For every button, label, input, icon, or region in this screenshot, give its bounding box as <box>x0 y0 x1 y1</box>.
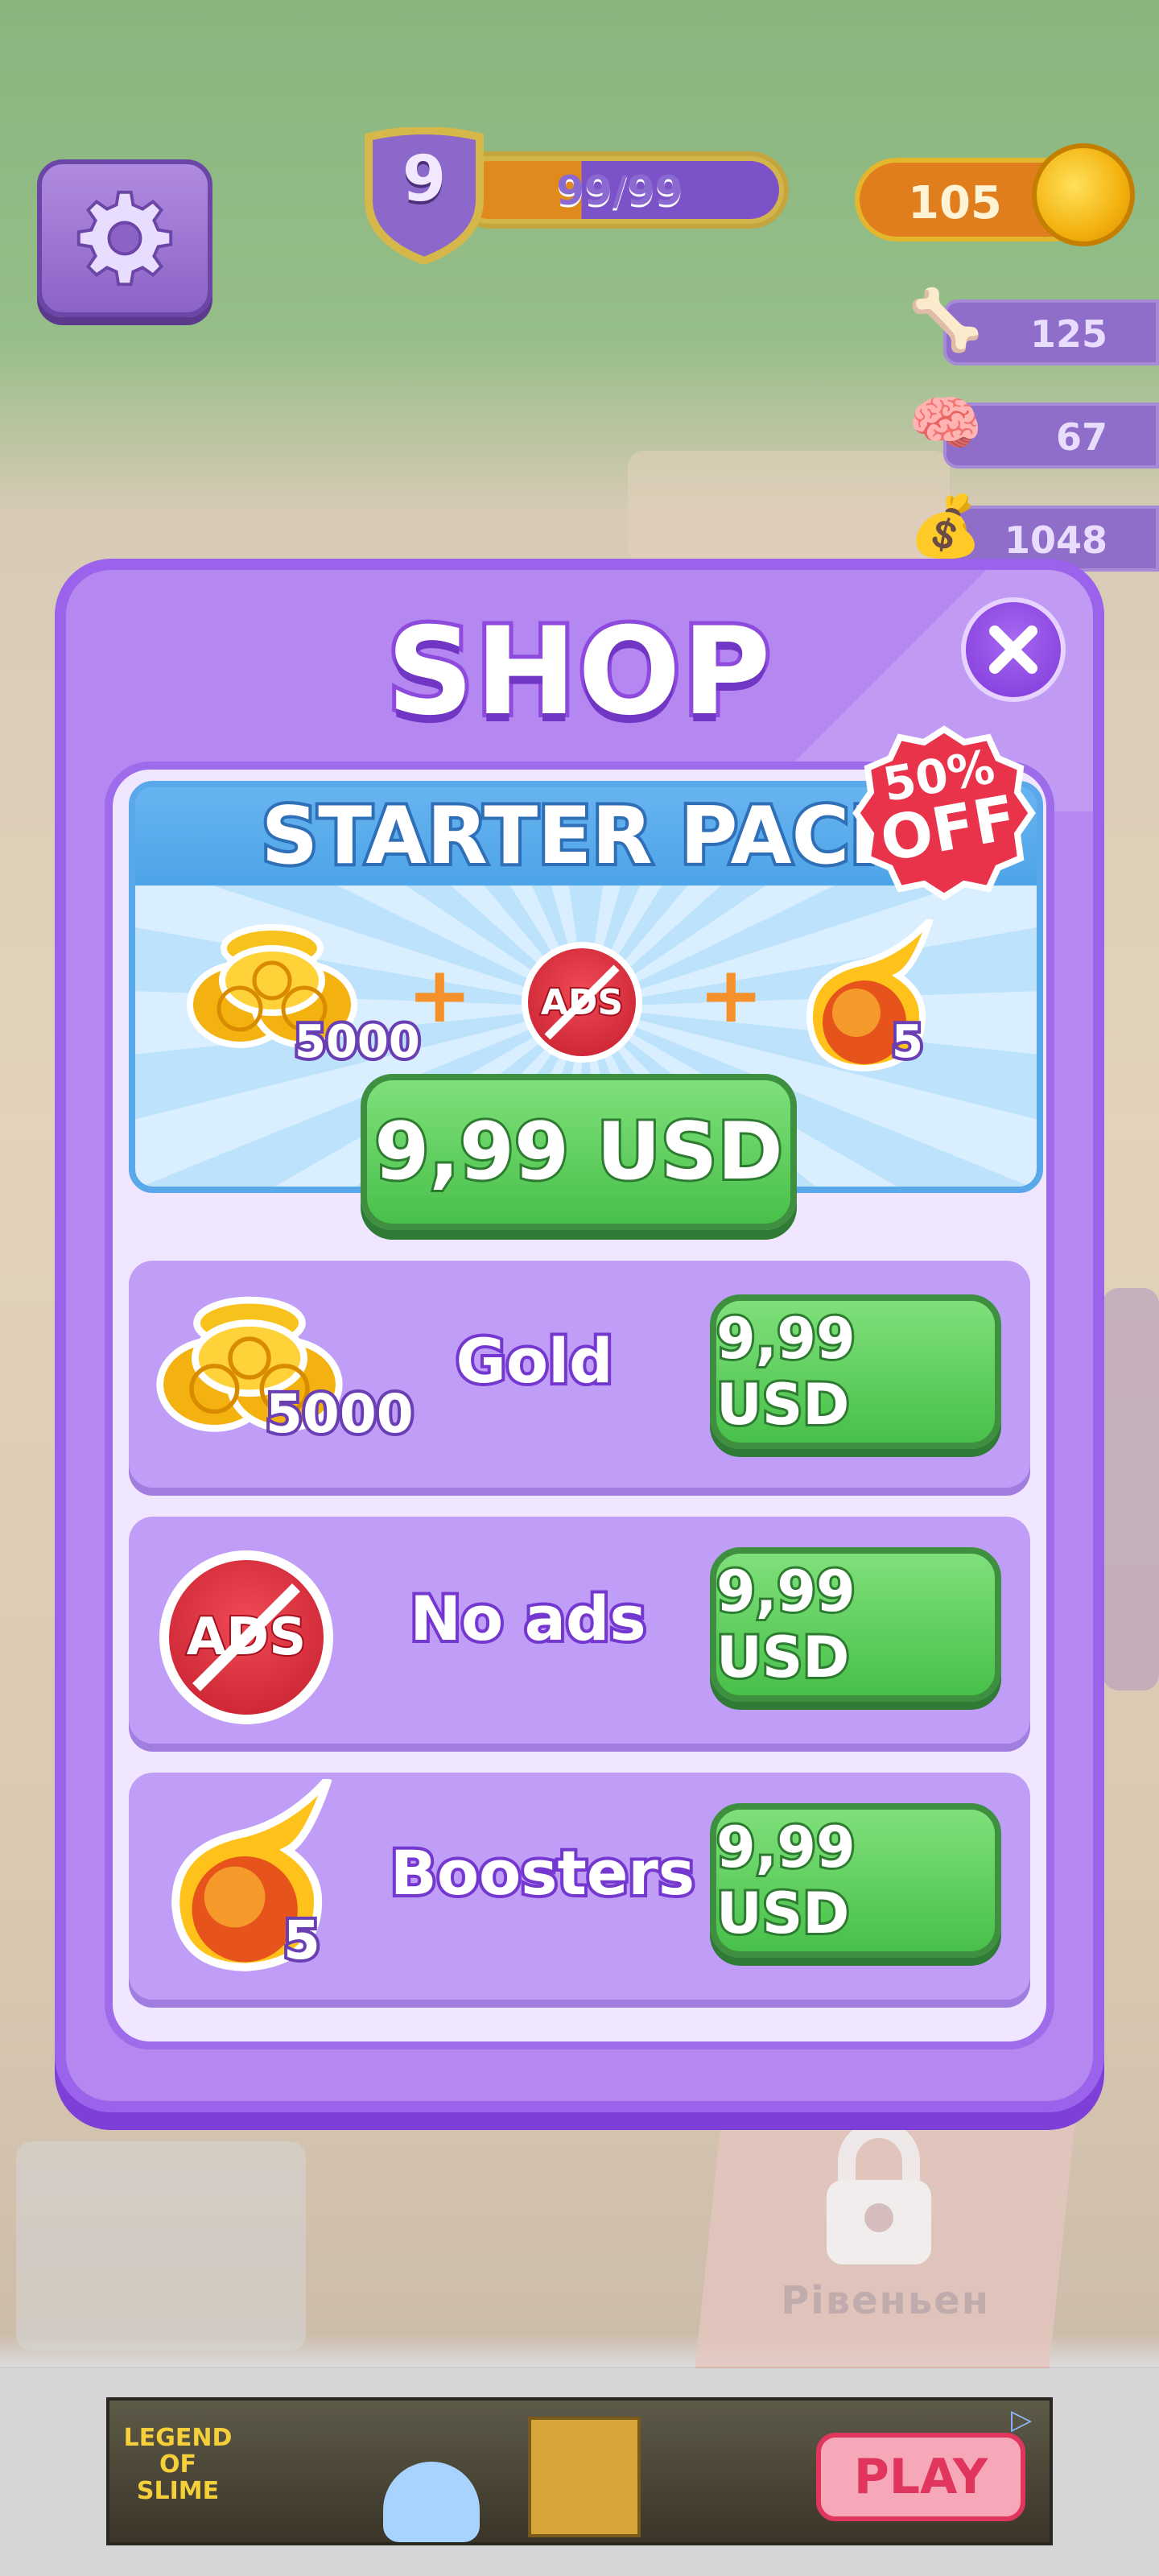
shop-title: SHOP <box>382 598 774 746</box>
level-badge: 9 <box>361 126 488 266</box>
close-button[interactable] <box>961 597 1066 702</box>
gear-icon <box>76 190 173 287</box>
boosters-label: Boosters <box>387 1834 698 1912</box>
starter-boosters-qty: 5 <box>889 1013 926 1071</box>
boosters-qty: 5 <box>280 1906 324 1975</box>
gold-buy-button[interactable]: 9,99 USD <box>710 1294 1001 1449</box>
brain-icon: 🧠 <box>908 389 984 458</box>
ad-chest-icon <box>528 2417 641 2537</box>
lock-icon <box>815 2117 943 2270</box>
boosters-buy-button[interactable]: 9,99 USD <box>710 1803 1001 1958</box>
starter-coins-qty: 5000 <box>291 1013 423 1071</box>
level-number: 9 <box>402 143 447 216</box>
no-ads-label: No ads <box>406 1579 649 1657</box>
starter-pack-buy-button[interactable]: 9,99 USD <box>361 1074 797 1230</box>
brain-count: 67 <box>1055 415 1107 459</box>
pouch-count: 1048 <box>1004 518 1107 562</box>
coin-icon <box>1032 143 1135 246</box>
gold-label: Gold <box>452 1322 616 1400</box>
starter-no-ads-icon: ADS <box>522 942 642 1063</box>
settings-button[interactable] <box>37 159 212 317</box>
xp-text: 99/99 <box>556 167 683 214</box>
background-wall <box>1103 1288 1159 1690</box>
background-tiles <box>16 2141 306 2351</box>
coin-count: 105 <box>908 177 1002 229</box>
ad-slime-icon <box>383 2462 480 2542</box>
plus-icon: + <box>407 950 472 1040</box>
plus-icon: + <box>699 950 764 1040</box>
no-ads-icon: ADS <box>159 1550 333 1724</box>
pouch-icon: 💰 <box>908 492 984 561</box>
close-icon <box>989 625 1037 674</box>
ad-play-button[interactable]: PLAY <box>816 2433 1025 2521</box>
no-ads-buy-button[interactable]: 9,99 USD <box>710 1547 1001 1702</box>
ad-banner[interactable]: LEGEND OF SLIME PLAY ▷ <box>106 2397 1053 2545</box>
discount-badge: 50% OFF <box>852 724 1037 902</box>
ad-info-icon[interactable]: ▷ <box>1011 2404 1043 2436</box>
bone-icon: 🦴 <box>908 286 984 355</box>
ad-logo: LEGEND OF SLIME <box>123 2424 233 2505</box>
xp-progress-bar: 99/99 <box>451 151 789 229</box>
locked-level-label: Рівеньен <box>781 2278 990 2323</box>
bone-count: 125 <box>1029 312 1107 356</box>
